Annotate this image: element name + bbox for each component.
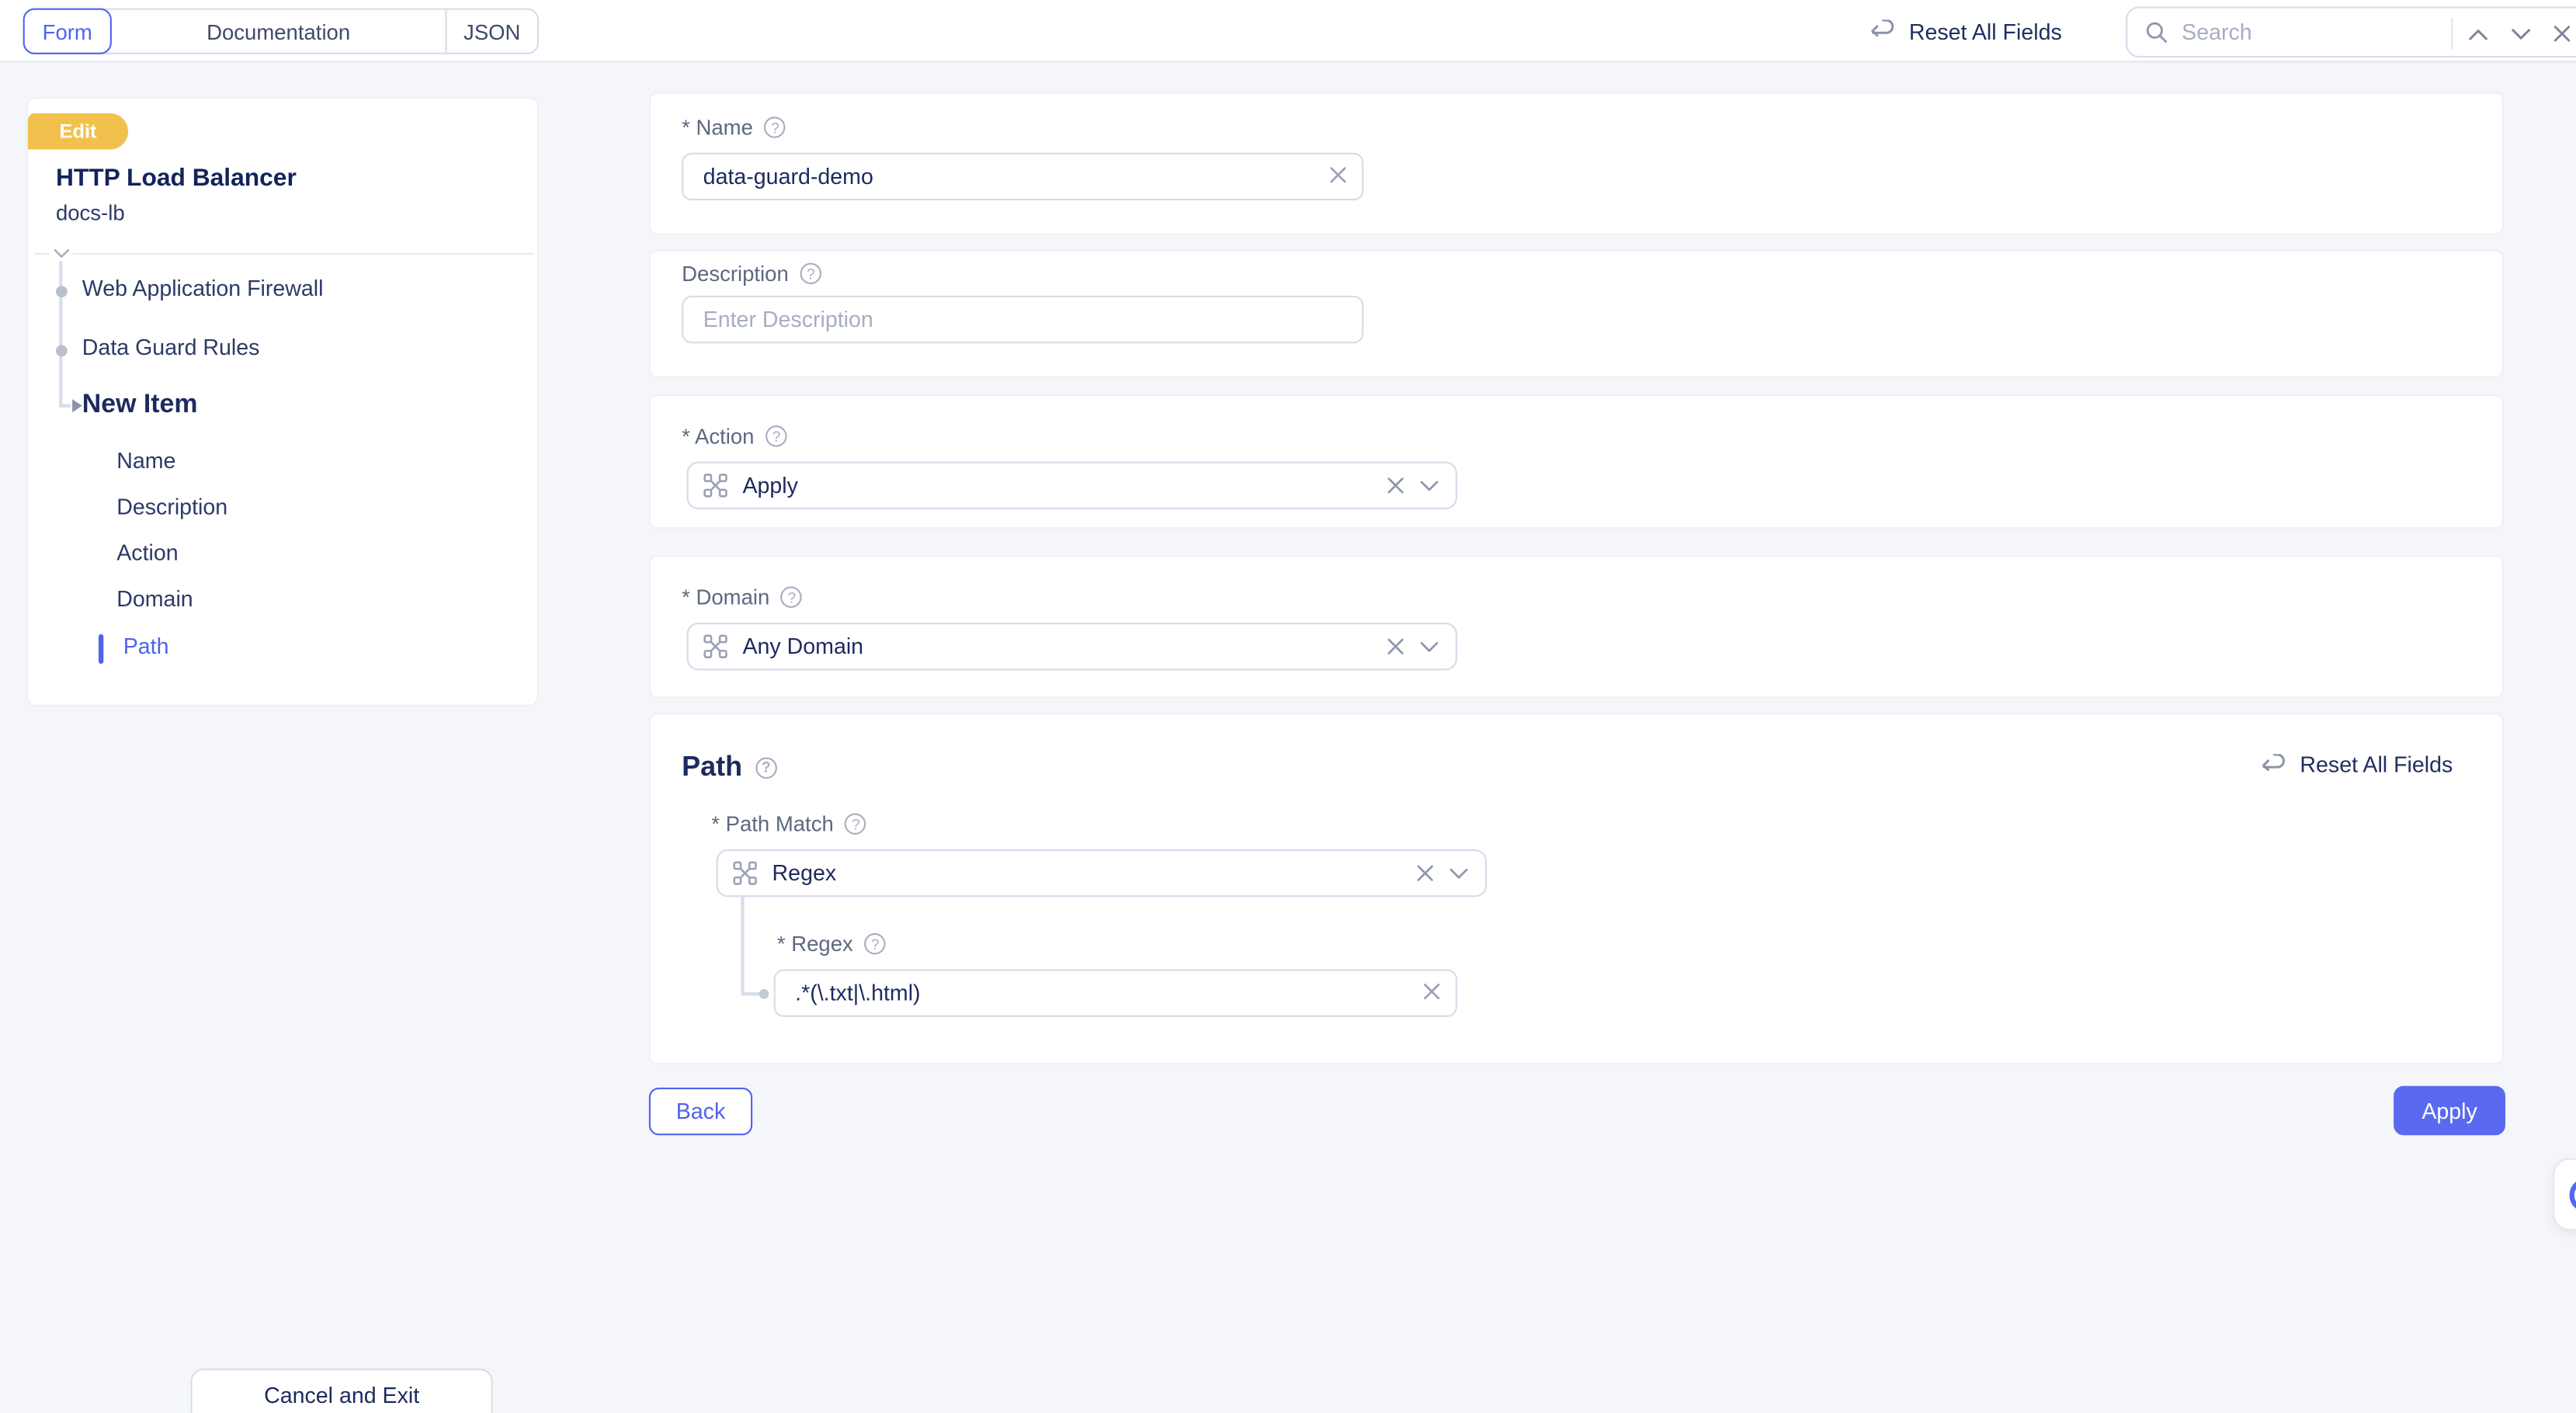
help-icon[interactable] <box>755 756 777 778</box>
help-icon[interactable] <box>765 116 786 138</box>
edit-badge: Edit <box>28 113 128 150</box>
reference-icon <box>733 861 758 886</box>
domain-select[interactable]: Any Domain <box>687 623 1457 670</box>
search-input[interactable] <box>2182 19 2428 44</box>
top-bar: Form Documentation JSON Reset All Fields <box>0 0 2576 62</box>
page: Form Documentation JSON Reset All Fields <box>0 0 2576 1413</box>
path-reset-all-fields-button[interactable]: Reset All Fields <box>2261 752 2453 777</box>
clear-icon[interactable] <box>1416 864 1434 882</box>
name-label: * Name <box>682 115 753 140</box>
sidebar-title: HTTP Load Balancer <box>56 165 297 193</box>
tree-bullet-icon <box>55 344 67 356</box>
active-item-indicator <box>99 634 103 664</box>
sidebar-divider <box>34 253 533 255</box>
reset-all-fields-button[interactable]: Reset All Fields <box>1870 0 2062 62</box>
name-input[interactable] <box>682 153 1363 200</box>
search-prev-button[interactable] <box>2460 9 2496 60</box>
nested-connector-dot <box>759 988 769 998</box>
back-button[interactable]: Back <box>649 1088 752 1135</box>
sidebar-item-path[interactable]: Path <box>123 634 169 659</box>
chevron-down-icon[interactable] <box>1419 640 1439 653</box>
search-next-button[interactable] <box>2502 9 2539 60</box>
clear-icon[interactable] <box>1387 477 1404 495</box>
help-icon[interactable] <box>766 425 787 447</box>
action-label: * Action <box>682 424 754 449</box>
domain-select-value: Any Domain <box>742 634 1371 659</box>
action-select-value: Apply <box>742 473 1371 498</box>
chevron-down-icon[interactable] <box>1419 479 1439 492</box>
domain-label: * Domain <box>682 585 769 609</box>
domain-card: * Domain Any Domain <box>649 555 2504 698</box>
nested-connector-line <box>741 992 760 995</box>
sidebar-item-new-item[interactable]: New Item <box>82 391 198 421</box>
tree-connector-line <box>59 261 61 405</box>
reference-icon <box>703 634 728 659</box>
cancel-and-exit-button[interactable]: Cancel and Exit <box>190 1369 492 1413</box>
tab-json[interactable]: JSON <box>445 10 536 53</box>
clear-icon[interactable] <box>1423 982 1441 1000</box>
view-tab-group: Form Documentation JSON <box>23 9 539 54</box>
help-icon[interactable] <box>865 933 887 955</box>
sidebar-item-name[interactable]: Name <box>116 449 175 474</box>
tab-documentation[interactable]: Documentation <box>112 10 446 53</box>
reference-icon <box>703 473 728 498</box>
sidebar-item-description[interactable]: Description <box>116 495 227 519</box>
undo-icon <box>2261 753 2287 776</box>
action-card: * Action Apply <box>649 394 2504 529</box>
path-match-select-value: Regex <box>772 861 1401 886</box>
path-card: Path Reset All Fields * Path Match <box>649 713 2504 1064</box>
name-card: * Name <box>649 92 2504 234</box>
path-match-select[interactable]: Regex <box>717 849 1487 897</box>
tab-form[interactable]: Form <box>23 9 112 54</box>
sidebar-item-web-application-firewall[interactable]: Web Application Firewall <box>82 276 324 300</box>
sidebar-item-action[interactable]: Action <box>116 540 178 565</box>
search-box <box>2126 6 2576 57</box>
help-icon[interactable] <box>781 586 803 608</box>
tree-bullet-icon <box>55 285 67 297</box>
search-close-button[interactable] <box>2543 9 2576 60</box>
undo-icon <box>1870 19 1896 43</box>
help-ring-icon <box>2570 1178 2576 1212</box>
chevron-down-icon[interactable] <box>1449 866 1468 880</box>
clear-icon[interactable] <box>1329 166 1347 184</box>
description-input[interactable] <box>682 296 1363 343</box>
search-icon <box>2144 19 2168 44</box>
sidebar: Edit HTTP Load Balancer docs-lb Web Appl… <box>26 97 539 706</box>
description-label: Description <box>682 261 789 286</box>
apply-button[interactable]: Apply <box>2394 1086 2505 1135</box>
sidebar-item-domain[interactable]: Domain <box>116 586 193 611</box>
description-card: Description <box>649 250 2504 378</box>
regex-label: * Regex <box>777 932 853 956</box>
path-section-title: Path <box>682 751 742 783</box>
help-icon[interactable] <box>845 813 867 835</box>
action-select[interactable]: Apply <box>687 462 1457 509</box>
path-reset-label: Reset All Fields <box>2300 752 2453 777</box>
tree-connector-stub <box>59 404 71 407</box>
help-icon[interactable] <box>800 263 822 285</box>
help-widget-button[interactable] <box>2553 1158 2576 1231</box>
sidebar-item-data-guard-rules[interactable]: Data Guard Rules <box>82 335 260 360</box>
collapse-caret-icon[interactable] <box>49 246 72 261</box>
search-divider <box>2451 18 2453 49</box>
path-match-label: * Path Match <box>711 811 834 836</box>
sidebar-subtitle: docs-lb <box>56 200 125 225</box>
regex-input[interactable] <box>774 969 1457 1016</box>
tree-arrow-icon <box>72 399 82 412</box>
nested-connector-line <box>741 897 743 992</box>
clear-icon[interactable] <box>1387 637 1404 655</box>
reset-all-fields-label: Reset All Fields <box>1909 19 2062 43</box>
